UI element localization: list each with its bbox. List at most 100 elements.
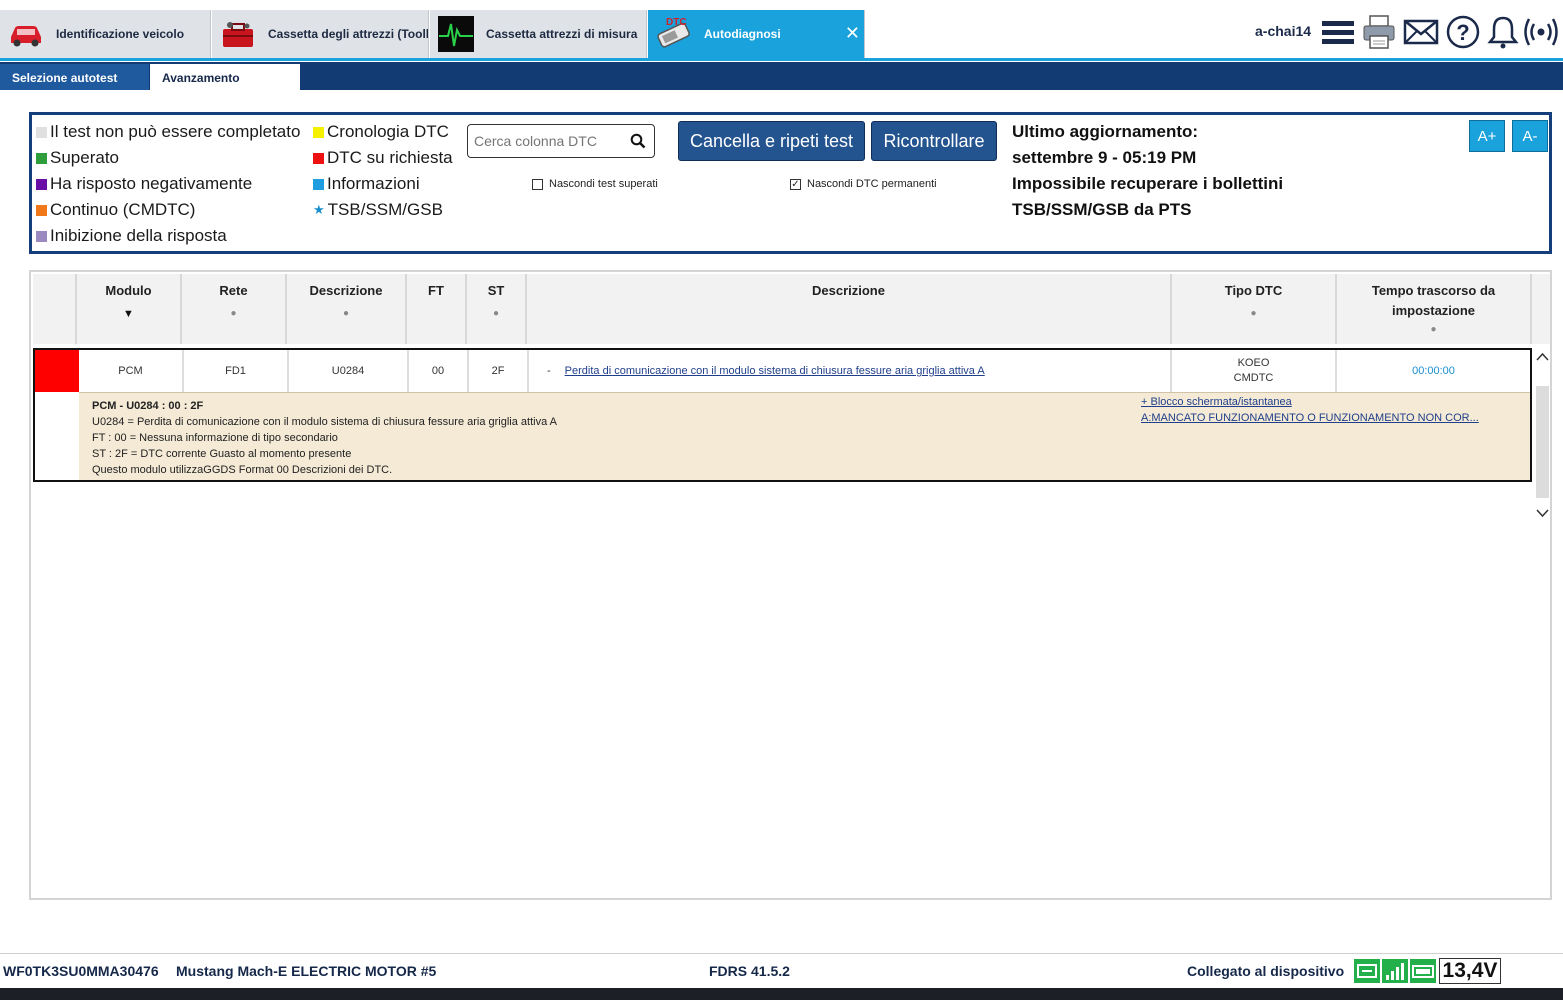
- svg-text:DTC: DTC: [666, 17, 687, 28]
- star-icon: ★: [313, 202, 325, 217]
- sort-icon[interactable]: ●: [1172, 307, 1335, 321]
- svg-text:?: ?: [1456, 20, 1469, 45]
- search-icon[interactable]: [630, 133, 646, 149]
- hide-passed-checkbox[interactable]: Nascondi test superati: [532, 178, 658, 190]
- vci-connected-icon: [1354, 959, 1380, 983]
- tab-underline: [0, 58, 1563, 61]
- tab-progress[interactable]: Avanzamento: [150, 64, 300, 90]
- legend-swatch: [36, 204, 47, 216]
- username: a-chai14: [1255, 23, 1312, 39]
- legend-swatch: [313, 126, 324, 138]
- legend-swatch: [36, 152, 47, 164]
- column-header-description[interactable]: Descrizione: [527, 274, 1172, 344]
- description-dash: -: [547, 365, 551, 377]
- detail-title: PCM - U0284 : 00 : 2F: [92, 400, 204, 412]
- vin-label: WF0TK3SU0MMA30476: [3, 963, 159, 979]
- dtc-status-indicator: [35, 350, 79, 392]
- legend-tsb: ★ TSB/SSM/GSB: [313, 200, 443, 219]
- dtc-detail-panel: PCM - U0284 : 00 : 2F U0284 = Perdita di…: [79, 392, 1530, 480]
- checkbox-box[interactable]: [532, 178, 543, 190]
- scroll-down-icon: [1536, 509, 1549, 518]
- tab-self-diagnosis[interactable]: DTC Autodiagnosi ✕: [648, 10, 865, 58]
- last-update-label: Ultimo aggiornamento:: [1012, 122, 1199, 141]
- bulletin-error-line2: TSB/SSM/GSB da PTS: [1012, 200, 1192, 219]
- tab-label: Autodiagnosi: [704, 27, 781, 41]
- table-row[interactable]: PCM FD1 U0284 00 2F - Perdita di comunic…: [33, 348, 1532, 482]
- menu-icon[interactable]: [1320, 14, 1356, 50]
- toolbox-icon: [218, 14, 258, 54]
- close-tab-icon[interactable]: ✕: [845, 23, 860, 44]
- filter-panel: Il test non può essere completato Supera…: [29, 112, 1552, 254]
- cell-elapsed-time: 00:00:00: [1412, 365, 1455, 377]
- os-taskbar: [0, 988, 1563, 1000]
- failure-type-link[interactable]: A:MANCATO FUNZIONAMENTO O FUNZIONAMENTO …: [1141, 412, 1479, 424]
- tab-label: Identificazione veicolo: [56, 27, 185, 41]
- detail-line: U0284 = Perdita di comunicazione con il …: [92, 416, 557, 428]
- legend-swatch: [313, 178, 324, 190]
- mail-icon[interactable]: [1403, 14, 1439, 50]
- sort-icon[interactable]: ●: [467, 307, 525, 321]
- freeze-frame-link[interactable]: + Blocco schermata/istantanea: [1141, 396, 1292, 408]
- vehicle-label: Mustang Mach-E ELECTRIC MOTOR #5: [176, 963, 437, 979]
- column-header-module[interactable]: Modulo ▼: [77, 274, 182, 344]
- wireless-icon[interactable]: [1523, 14, 1559, 50]
- battery-voltage: 13,4V: [1439, 958, 1501, 984]
- column-header-dtc-type[interactable]: Tipo DTC ●: [1172, 274, 1337, 344]
- connection-status: Collegato al dispositivo: [1187, 963, 1345, 979]
- oscilloscope-icon: [436, 14, 476, 54]
- cell-dtc-type: KOEO CMDTC: [1172, 350, 1337, 392]
- column-header-spacer: [1532, 274, 1550, 344]
- dtc-search-input[interactable]: [474, 131, 624, 151]
- help-icon[interactable]: ?: [1445, 14, 1481, 50]
- tab-vehicle-identification[interactable]: Identificazione veicolo: [0, 10, 211, 58]
- font-increase-button[interactable]: A+: [1469, 120, 1505, 152]
- tab-label: Cassetta degli attrezzi (Toolbox): [268, 27, 428, 41]
- sort-desc-icon[interactable]: ▼: [77, 307, 180, 321]
- legend-dtc-on-demand: DTC su richiesta: [313, 148, 453, 168]
- legend-continuous: Continuo (CMDTC): [36, 200, 195, 220]
- vertical-scrollbar[interactable]: [1535, 350, 1550, 534]
- legend-dtc-history: Cronologia DTC: [313, 122, 449, 142]
- signal-strength-icon: [1382, 959, 1408, 983]
- column-header-network[interactable]: Rete ●: [182, 274, 287, 344]
- detail-line: ST : 2F = DTC corrente Guasto al momento…: [92, 448, 352, 460]
- detail-line: Questo modulo utilizzaGGDS Format 00 Des…: [92, 464, 393, 476]
- legend-swatch: [36, 126, 47, 138]
- top-tab-bar: Identificazione veicolo Cassetta degli a…: [0, 0, 1563, 61]
- column-header-ft[interactable]: FT: [407, 274, 467, 344]
- car-icon: [6, 14, 46, 54]
- font-decrease-button[interactable]: A-: [1512, 120, 1548, 152]
- column-header-code[interactable]: Descrizione ●: [287, 274, 407, 344]
- cell-description: - Perdita di comunicazione con il modulo…: [529, 350, 1172, 392]
- cell-module: PCM: [79, 350, 184, 392]
- last-update-time: settembre 9 - 05:19 PM: [1012, 148, 1197, 167]
- clear-retest-button[interactable]: Cancella e ripeti test: [678, 121, 865, 161]
- scroll-up-icon: [1536, 352, 1549, 361]
- sort-icon[interactable]: ●: [1349, 323, 1518, 337]
- printer-icon[interactable]: [1361, 14, 1397, 50]
- hide-permanent-dtc-checkbox[interactable]: ✓ Nascondi DTC permanenti: [790, 178, 937, 190]
- cell-dtc-code: U0284: [289, 350, 409, 392]
- detail-line: FT : 00 = Nessuna informazione di tipo s…: [92, 432, 338, 444]
- column-header-st[interactable]: ST ●: [467, 274, 527, 344]
- scroll-thumb: [1536, 386, 1549, 498]
- battery-icon: [1410, 959, 1436, 983]
- legend-passed: Superato: [36, 148, 119, 168]
- sort-icon[interactable]: ●: [287, 307, 405, 321]
- dtc-search-box: [467, 124, 655, 158]
- dtc-description-link[interactable]: Perdita di comunicazione con il modulo s…: [565, 365, 985, 377]
- recheck-button[interactable]: Ricontrollare: [871, 121, 997, 161]
- column-header-elapsed-time[interactable]: Tempo trascorso da impostazione ●: [1337, 274, 1532, 344]
- legend-swatch: [36, 178, 47, 190]
- legend-response-inhibit: Inibizione della risposta: [36, 226, 227, 246]
- tab-test-selection[interactable]: Selezione autotest: [0, 64, 149, 90]
- checkbox-box-checked[interactable]: ✓: [790, 178, 801, 190]
- bell-icon[interactable]: [1485, 14, 1521, 50]
- dtc-scanner-icon: DTC: [654, 14, 694, 54]
- tab-measurement-toolbox[interactable]: Cassetta attrezzi di misura: [430, 10, 647, 58]
- tab-toolbox[interactable]: Cassetta degli attrezzi (Toolbox): [212, 10, 429, 58]
- dtc-table: Modulo ▼ Rete ● Descrizione ● FT ST ● Descri…: [29, 270, 1552, 900]
- legend-incomplete: Il test non può essere completato: [36, 122, 300, 142]
- sort-icon[interactable]: ●: [182, 307, 285, 321]
- legend-swatch: [36, 230, 47, 242]
